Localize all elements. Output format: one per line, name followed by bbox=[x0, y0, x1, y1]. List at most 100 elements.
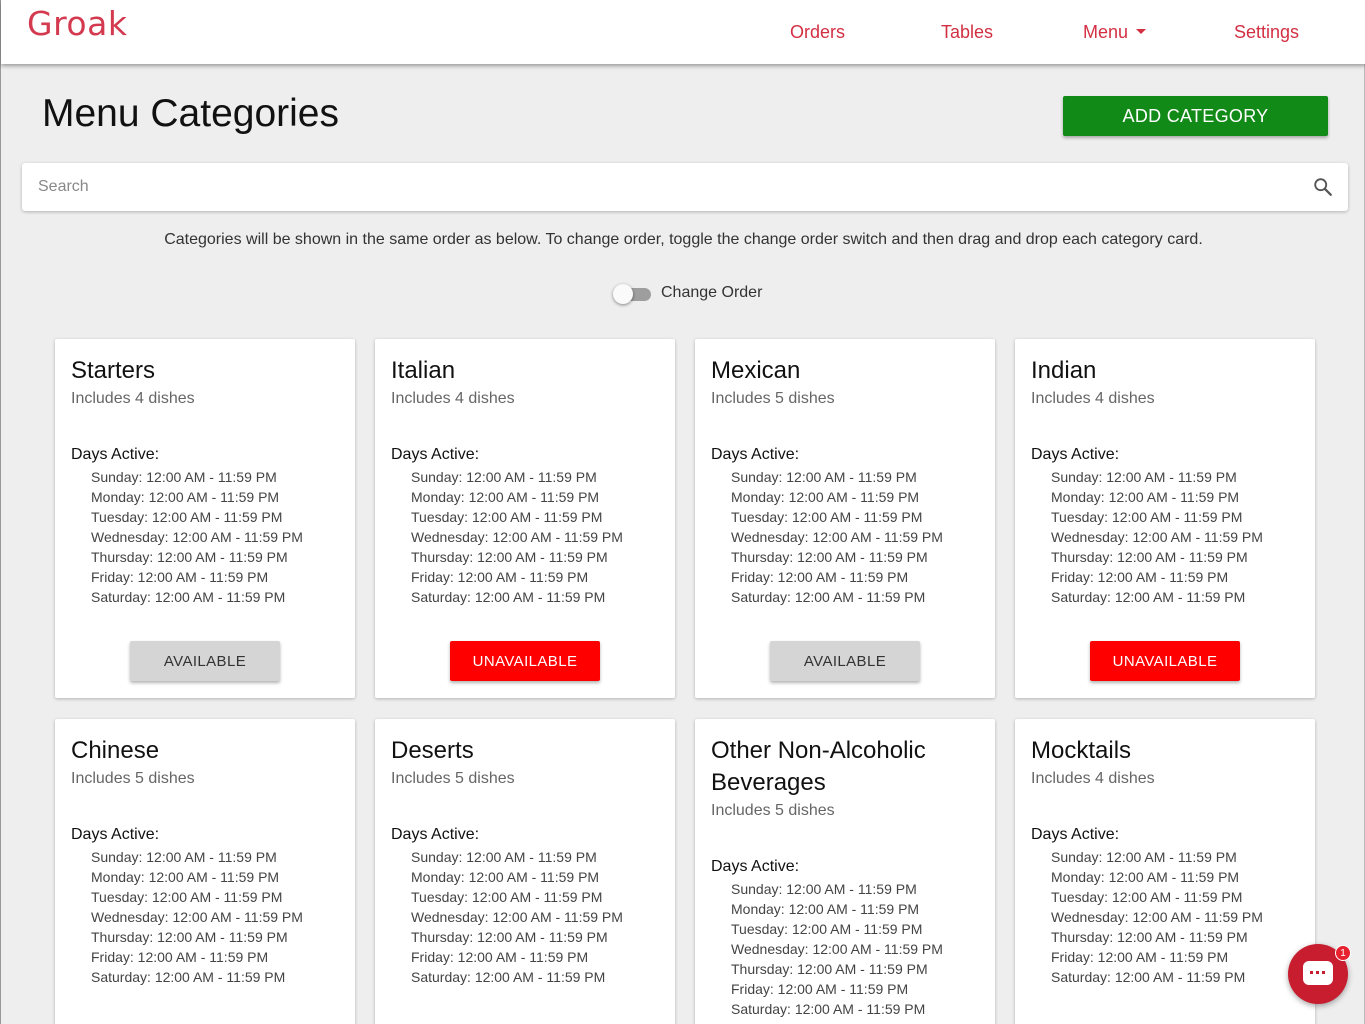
days-list: Sunday: 12:00 AM - 11:59 PM Monday: 12:0… bbox=[731, 879, 979, 1019]
days-active-label: Days Active: bbox=[71, 446, 160, 463]
add-category-button[interactable]: ADD CATEGORY bbox=[1063, 96, 1328, 136]
dish-count: Includes 4 dishes bbox=[1031, 770, 1155, 787]
day-row: Wednesday: 12:00 AM - 11:59 PM bbox=[91, 529, 303, 545]
day-row: Tuesday: 12:00 AM - 11:59 PM bbox=[91, 889, 283, 905]
day-row: Thursday: 12:00 AM - 11:59 PM bbox=[1051, 929, 1248, 945]
category-card-mocktails[interactable]: Mocktails Includes 4 dishes Days Active:… bbox=[1015, 719, 1315, 1024]
day-row: Monday: 12:00 AM - 11:59 PM bbox=[731, 901, 920, 917]
day-row: Saturday: 12:00 AM - 11:59 PM bbox=[731, 1001, 926, 1017]
category-card-mexican[interactable]: Mexican Includes 5 dishes Days Active: S… bbox=[695, 339, 995, 698]
day-row: Sunday: 12:00 AM - 11:59 PM bbox=[91, 469, 277, 485]
category-card-starters[interactable]: Starters Includes 4 dishes Days Active: … bbox=[55, 339, 355, 698]
day-row: Tuesday: 12:00 AM - 11:59 PM bbox=[731, 509, 923, 525]
day-row: Sunday: 12:00 AM - 11:59 PM bbox=[731, 469, 917, 485]
category-card-italian[interactable]: Italian Includes 4 dishes Days Active: S… bbox=[375, 339, 675, 698]
availability-button[interactable]: AVAILABLE bbox=[770, 641, 920, 681]
day-row: Tuesday: 12:00 AM - 11:59 PM bbox=[411, 509, 603, 525]
dish-count: Includes 5 dishes bbox=[711, 390, 835, 407]
top-navbar: Groak Orders Tables Menu Settings bbox=[1, 0, 1365, 64]
days-active-label: Days Active: bbox=[71, 826, 160, 843]
dish-count: Includes 5 dishes bbox=[711, 802, 835, 819]
nav-menu-label: Menu bbox=[1083, 22, 1129, 42]
groak-logo[interactable]: Groak bbox=[27, 4, 127, 43]
nav-orders[interactable]: Orders bbox=[790, 22, 845, 43]
day-row: Thursday: 12:00 AM - 11:59 PM bbox=[411, 549, 608, 565]
chat-notification-badge: 1 bbox=[1335, 945, 1351, 961]
search-input[interactable] bbox=[38, 173, 1298, 201]
day-row: Monday: 12:00 AM - 11:59 PM bbox=[91, 489, 280, 505]
day-row: Wednesday: 12:00 AM - 11:59 PM bbox=[731, 941, 943, 957]
page-title: Menu Categories bbox=[42, 92, 339, 135]
day-row: Monday: 12:00 AM - 11:59 PM bbox=[1051, 489, 1240, 505]
day-row: Friday: 12:00 AM - 11:59 PM bbox=[411, 569, 589, 585]
chat-dots bbox=[1310, 971, 1326, 974]
day-row: Sunday: 12:00 AM - 11:59 PM bbox=[1051, 469, 1237, 485]
day-row: Friday: 12:00 AM - 11:59 PM bbox=[1051, 569, 1229, 585]
day-row: Saturday: 12:00 AM - 11:59 PM bbox=[1051, 969, 1246, 985]
dish-count: Includes 4 dishes bbox=[391, 390, 515, 407]
day-row: Saturday: 12:00 AM - 11:59 PM bbox=[91, 589, 286, 605]
day-row: Monday: 12:00 AM - 11:59 PM bbox=[411, 489, 600, 505]
day-row: Tuesday: 12:00 AM - 11:59 PM bbox=[91, 509, 283, 525]
days-list: Sunday: 12:00 AM - 11:59 PM Monday: 12:0… bbox=[1051, 847, 1299, 987]
nav-menu-dropdown[interactable]: Menu bbox=[1083, 22, 1147, 43]
day-row: Thursday: 12:00 AM - 11:59 PM bbox=[411, 929, 608, 945]
category-card-indian[interactable]: Indian Includes 4 dishes Days Active: Su… bbox=[1015, 339, 1315, 698]
nav-settings[interactable]: Settings bbox=[1234, 22, 1299, 43]
dish-count: Includes 5 dishes bbox=[391, 770, 515, 787]
category-card-deserts[interactable]: Deserts Includes 5 dishes Days Active: S… bbox=[375, 719, 675, 1024]
days-active-label: Days Active: bbox=[711, 858, 800, 875]
day-row: Thursday: 12:00 AM - 11:59 PM bbox=[91, 549, 288, 565]
day-row: Tuesday: 12:00 AM - 11:59 PM bbox=[411, 889, 603, 905]
day-row: Monday: 12:00 AM - 11:59 PM bbox=[411, 869, 600, 885]
days-list: Sunday: 12:00 AM - 11:59 PM Monday: 12:0… bbox=[91, 467, 339, 607]
day-row: Wednesday: 12:00 AM - 11:59 PM bbox=[91, 909, 303, 925]
days-active-label: Days Active: bbox=[1031, 446, 1120, 463]
day-row: Saturday: 12:00 AM - 11:59 PM bbox=[91, 969, 286, 985]
availability-button[interactable]: UNAVAILABLE bbox=[1090, 641, 1240, 681]
availability-button[interactable]: UNAVAILABLE bbox=[450, 641, 600, 681]
availability-button[interactable]: AVAILABLE bbox=[130, 641, 280, 681]
search-icon[interactable] bbox=[1312, 176, 1334, 198]
day-row: Friday: 12:00 AM - 11:59 PM bbox=[731, 569, 909, 585]
chevron-down-icon bbox=[1136, 28, 1147, 34]
day-row: Wednesday: 12:00 AM - 11:59 PM bbox=[1051, 909, 1263, 925]
category-title: Chinese bbox=[71, 737, 160, 764]
category-card-other-non-alcoholic-beverages[interactable]: Other Non-Alcoholic Beverages Includes 5… bbox=[695, 719, 995, 1024]
day-row: Saturday: 12:00 AM - 11:59 PM bbox=[1051, 589, 1246, 605]
dish-count: Includes 5 dishes bbox=[71, 770, 195, 787]
day-row: Wednesday: 12:00 AM - 11:59 PM bbox=[1051, 529, 1263, 545]
day-row: Thursday: 12:00 AM - 11:59 PM bbox=[731, 961, 928, 977]
category-title: Deserts bbox=[391, 737, 474, 764]
category-title: Starters bbox=[71, 357, 156, 384]
days-list: Sunday: 12:00 AM - 11:59 PM Monday: 12:0… bbox=[731, 467, 979, 607]
day-row: Saturday: 12:00 AM - 11:59 PM bbox=[731, 589, 926, 605]
day-row: Sunday: 12:00 AM - 11:59 PM bbox=[411, 849, 597, 865]
search-bar bbox=[22, 163, 1348, 211]
chat-icon bbox=[1303, 961, 1333, 985]
order-info-text: Categories will be shown in the same ord… bbox=[164, 231, 1203, 248]
days-list: Sunday: 12:00 AM - 11:59 PM Monday: 12:0… bbox=[411, 467, 659, 607]
day-row: Tuesday: 12:00 AM - 11:59 PM bbox=[731, 921, 923, 937]
dish-count: Includes 4 dishes bbox=[1031, 390, 1155, 407]
category-title: Indian bbox=[1031, 357, 1097, 384]
category-card-chinese[interactable]: Chinese Includes 5 dishes Days Active: S… bbox=[55, 719, 355, 1024]
day-row: Sunday: 12:00 AM - 11:59 PM bbox=[91, 849, 277, 865]
day-row: Friday: 12:00 AM - 11:59 PM bbox=[91, 569, 269, 585]
day-row: Friday: 12:00 AM - 11:59 PM bbox=[91, 949, 269, 965]
nav-tables[interactable]: Tables bbox=[941, 22, 993, 43]
day-row: Friday: 12:00 AM - 11:59 PM bbox=[1051, 949, 1229, 965]
day-row: Wednesday: 12:00 AM - 11:59 PM bbox=[411, 529, 623, 545]
toggle-thumb bbox=[613, 284, 633, 304]
category-title: Italian bbox=[391, 357, 456, 384]
days-active-label: Days Active: bbox=[391, 446, 480, 463]
category-title: Other Non-Alcoholic Beverages bbox=[711, 737, 926, 796]
days-list: Sunday: 12:00 AM - 11:59 PM Monday: 12:0… bbox=[91, 847, 339, 987]
day-row: Thursday: 12:00 AM - 11:59 PM bbox=[91, 929, 288, 945]
day-row: Monday: 12:00 AM - 11:59 PM bbox=[91, 869, 280, 885]
change-order-label: Change Order bbox=[661, 284, 763, 301]
day-row: Friday: 12:00 AM - 11:59 PM bbox=[411, 949, 589, 965]
days-list: Sunday: 12:00 AM - 11:59 PM Monday: 12:0… bbox=[411, 847, 659, 987]
day-row: Thursday: 12:00 AM - 11:59 PM bbox=[1051, 549, 1248, 565]
days-active-label: Days Active: bbox=[391, 826, 480, 843]
